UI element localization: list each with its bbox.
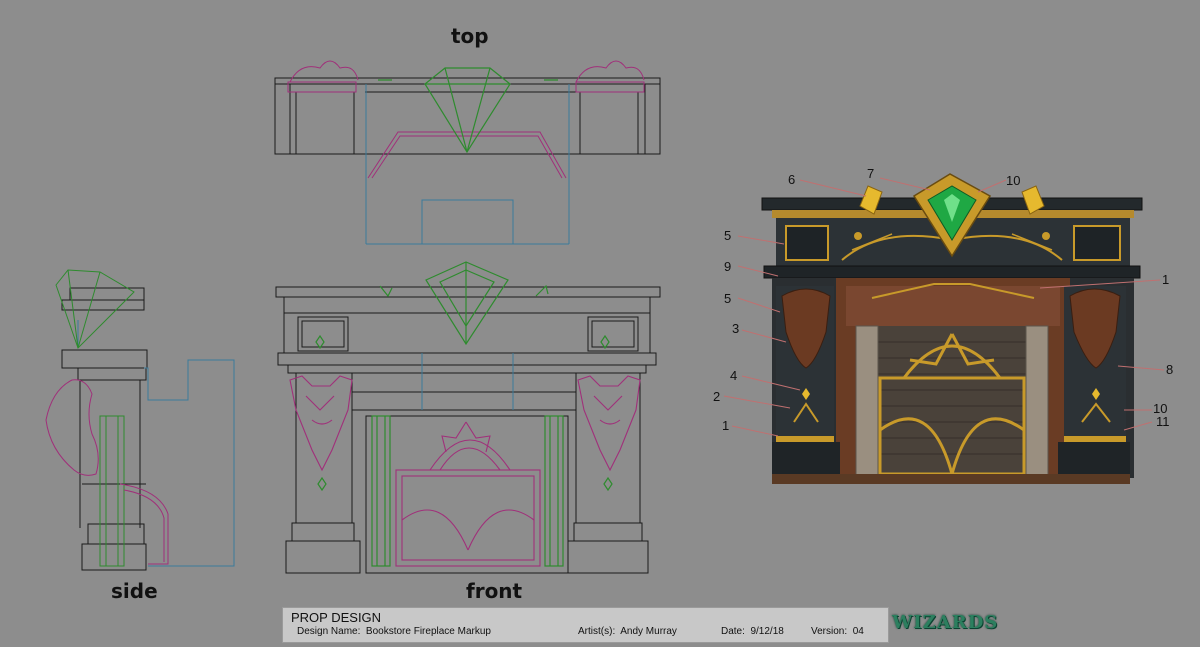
- callout-9: 9: [724, 259, 732, 274]
- callout-1-left: 1: [722, 418, 730, 433]
- callout-8: 8: [1166, 362, 1174, 377]
- callout-7: 7: [867, 166, 875, 181]
- title-block-heading: PROP DESIGN: [291, 610, 382, 625]
- wizards-logo: WIZARDS: [892, 612, 999, 633]
- callout-10-top: 10: [1006, 173, 1021, 188]
- version-label: Version:: [811, 626, 848, 637]
- date-value: 9/12/18: [750, 626, 784, 637]
- artist-label: Artist(s):: [578, 626, 616, 637]
- version-field: Version: 04: [811, 626, 864, 637]
- callout-6: 6: [788, 172, 796, 187]
- callout-11: 11: [1156, 414, 1170, 429]
- date-field: Date: 9/12/18: [721, 626, 784, 637]
- design-name-value: Bookstore Fireplace Markup: [365, 626, 491, 637]
- callout-1-right: 1: [1162, 272, 1170, 287]
- top-view-drawing: [274, 60, 661, 245]
- callout-5-lower: 5: [724, 291, 732, 306]
- rendered-fireplace: [761, 173, 1143, 484]
- callout-3: 3: [732, 321, 740, 336]
- date-label: Date:: [721, 626, 745, 637]
- version-value: 04: [852, 626, 864, 637]
- artist-field: Artist(s): Andy Murray: [578, 626, 677, 637]
- front-view-drawing: [275, 261, 661, 574]
- title-block: PROP DESIGN Design Name: Bookstore Firep…: [282, 607, 889, 643]
- artist-value: Andy Murray: [620, 626, 677, 637]
- fireplace-drawings: [45, 60, 1165, 574]
- design-name-field: Design Name: Bookstore Fireplace Markup: [297, 626, 491, 637]
- callout-4: 4: [730, 368, 738, 383]
- side-view-drawing: [45, 269, 235, 571]
- design-name-label: Design Name:: [297, 626, 361, 637]
- callout-5-upper: 5: [724, 228, 732, 243]
- callout-2: 2: [713, 389, 721, 404]
